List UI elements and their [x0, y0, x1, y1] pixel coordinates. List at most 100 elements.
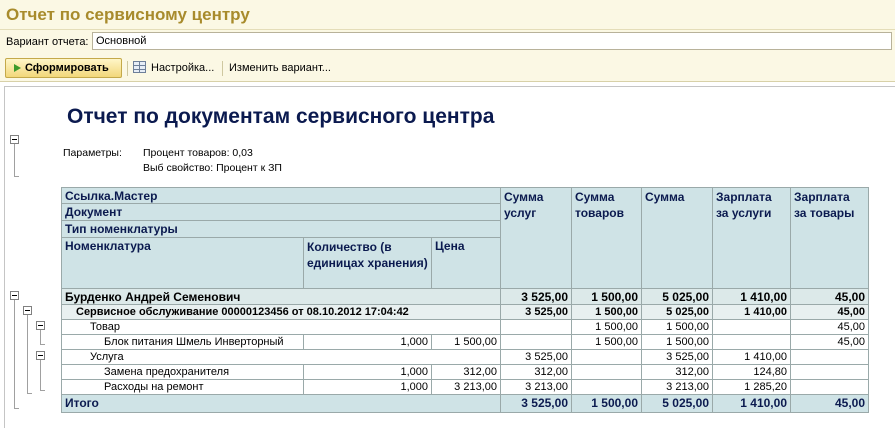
toolbar: Сформировать Настройка... Изменить вариа… [0, 54, 895, 82]
cell-quantity: 1,000 [304, 365, 432, 380]
cell-sum-services: 3 213,00 [501, 380, 572, 395]
total-sum: 5 025,00 [642, 395, 713, 413]
cell-salary-goods [791, 350, 869, 365]
table-row-item: Блок питания Шмель Инверторный [61, 335, 304, 350]
group-line [14, 300, 15, 408]
table-row-master: Бурденко Андрей Семенович [61, 289, 501, 305]
group-line [40, 344, 45, 345]
cell-sum-goods: 1 500,00 [572, 289, 642, 305]
cell-salary-goods [791, 380, 869, 395]
cell-sum: 5 025,00 [642, 289, 713, 305]
header-salary-goods: Зарплата за товары [791, 187, 869, 289]
variant-row: Вариант отчета: Основной [0, 30, 895, 54]
cell-sum-services [501, 320, 572, 335]
collapse-goods-icon[interactable] [36, 321, 45, 330]
header-salary-services: Зарплата за услуги [713, 187, 791, 289]
group-line [14, 176, 19, 177]
total-sum-goods: 1 500,00 [572, 395, 642, 413]
cell-sum-services: 3 525,00 [501, 305, 572, 320]
group-line [40, 360, 41, 390]
cell-price: 312,00 [432, 365, 501, 380]
header-sum: Сумма [642, 187, 713, 289]
params-label: Параметры: [63, 147, 122, 159]
cell-sum: 5 025,00 [642, 305, 713, 320]
cell-salary-goods: 45,00 [791, 305, 869, 320]
header-price: Цена [432, 238, 501, 289]
group-line [40, 390, 45, 391]
total-salary-goods: 45,00 [791, 395, 869, 413]
table-row-item: Расходы на ремонт [61, 380, 304, 395]
cell-price: 3 213,00 [432, 380, 501, 395]
cell-quantity: 1,000 [304, 380, 432, 395]
table-row-item: Замена предохранителя [61, 365, 304, 380]
settings-button[interactable]: Настройка... [133, 58, 221, 78]
cell-salary-services: 1 410,00 [713, 289, 791, 305]
collapse-header-icon[interactable] [10, 135, 19, 144]
collapse-master-icon[interactable] [10, 291, 19, 300]
header-sum-services: Сумма услуг [501, 187, 572, 289]
cell-price: 1 500,00 [432, 335, 501, 350]
cell-sum-goods: 1 500,00 [572, 305, 642, 320]
cell-salary-services [713, 320, 791, 335]
cell-sum-services: 3 525,00 [501, 350, 572, 365]
table-row-type-service: Услуга [61, 350, 501, 365]
group-line [27, 393, 32, 394]
cell-salary-goods: 45,00 [791, 335, 869, 350]
cell-sum-goods [572, 380, 642, 395]
total-label: Итого [61, 395, 501, 413]
cell-salary-services: 124,80 [713, 365, 791, 380]
cell-sum-goods [572, 350, 642, 365]
header-master: Ссылка.Мастер [61, 187, 501, 204]
group-line [27, 315, 28, 393]
change-variant-button[interactable]: Изменить вариант... [229, 58, 339, 78]
cell-salary-goods: 45,00 [791, 289, 869, 305]
generate-button[interactable]: Сформировать [5, 58, 122, 78]
header-quantity: Количество (в единицах хранения) [304, 238, 432, 289]
play-icon [14, 64, 21, 72]
header-nomenclature-type: Тип номенклатуры [61, 221, 501, 238]
header-sum-goods: Сумма товаров [572, 187, 642, 289]
total-sum-services: 3 525,00 [501, 395, 572, 413]
window-title: Отчет по сервисному центру [6, 5, 250, 24]
cell-quantity: 1,000 [304, 335, 432, 350]
param-value: Процент товаров: 0,03 [143, 147, 253, 159]
settings-grid-icon [133, 61, 146, 73]
cell-sum: 312,00 [642, 365, 713, 380]
generate-button-label: Сформировать [25, 62, 109, 74]
cell-salary-goods: 45,00 [791, 320, 869, 335]
change-variant-button-label: Изменить вариант... [229, 62, 331, 74]
cell-sum-goods: 1 500,00 [572, 320, 642, 335]
param-value: Выб свойство: Процент к ЗП [143, 162, 282, 174]
variant-field[interactable]: Основной [92, 32, 892, 50]
cell-salary-services [713, 335, 791, 350]
window-titlebar: Отчет по сервисному центру [0, 0, 895, 30]
collapse-services-icon[interactable] [36, 351, 45, 360]
group-line [40, 330, 41, 344]
cell-sum-services: 3 525,00 [501, 289, 572, 305]
variant-label: Вариант отчета: [6, 36, 89, 48]
toolbar-separator [127, 61, 128, 76]
cell-sum-services: 312,00 [501, 365, 572, 380]
collapse-document-icon[interactable] [23, 306, 32, 315]
cell-salary-services: 1 410,00 [713, 350, 791, 365]
group-line [14, 408, 19, 409]
cell-sum-goods: 1 500,00 [572, 335, 642, 350]
cell-sum-goods [572, 365, 642, 380]
settings-button-label: Настройка... [151, 62, 215, 74]
toolbar-separator [222, 61, 223, 76]
header-nomenclature: Номенклатура [61, 238, 304, 289]
group-line [14, 144, 15, 176]
cell-sum-services [501, 335, 572, 350]
cell-sum: 3 213,00 [642, 380, 713, 395]
table-row-document: Сервисное обслуживание 00000123456 от 08… [61, 305, 501, 320]
cell-salary-services: 1 285,20 [713, 380, 791, 395]
header-document: Документ [61, 204, 501, 221]
table-row-type-goods: Товар [61, 320, 501, 335]
cell-sum: 1 500,00 [642, 320, 713, 335]
report-area: Отчет по документам сервисного центра Па… [4, 86, 895, 428]
report-title: Отчет по документам сервисного центра [67, 105, 495, 128]
cell-sum: 3 525,00 [642, 350, 713, 365]
cell-sum: 1 500,00 [642, 335, 713, 350]
cell-salary-services: 1 410,00 [713, 305, 791, 320]
total-salary-services: 1 410,00 [713, 395, 791, 413]
